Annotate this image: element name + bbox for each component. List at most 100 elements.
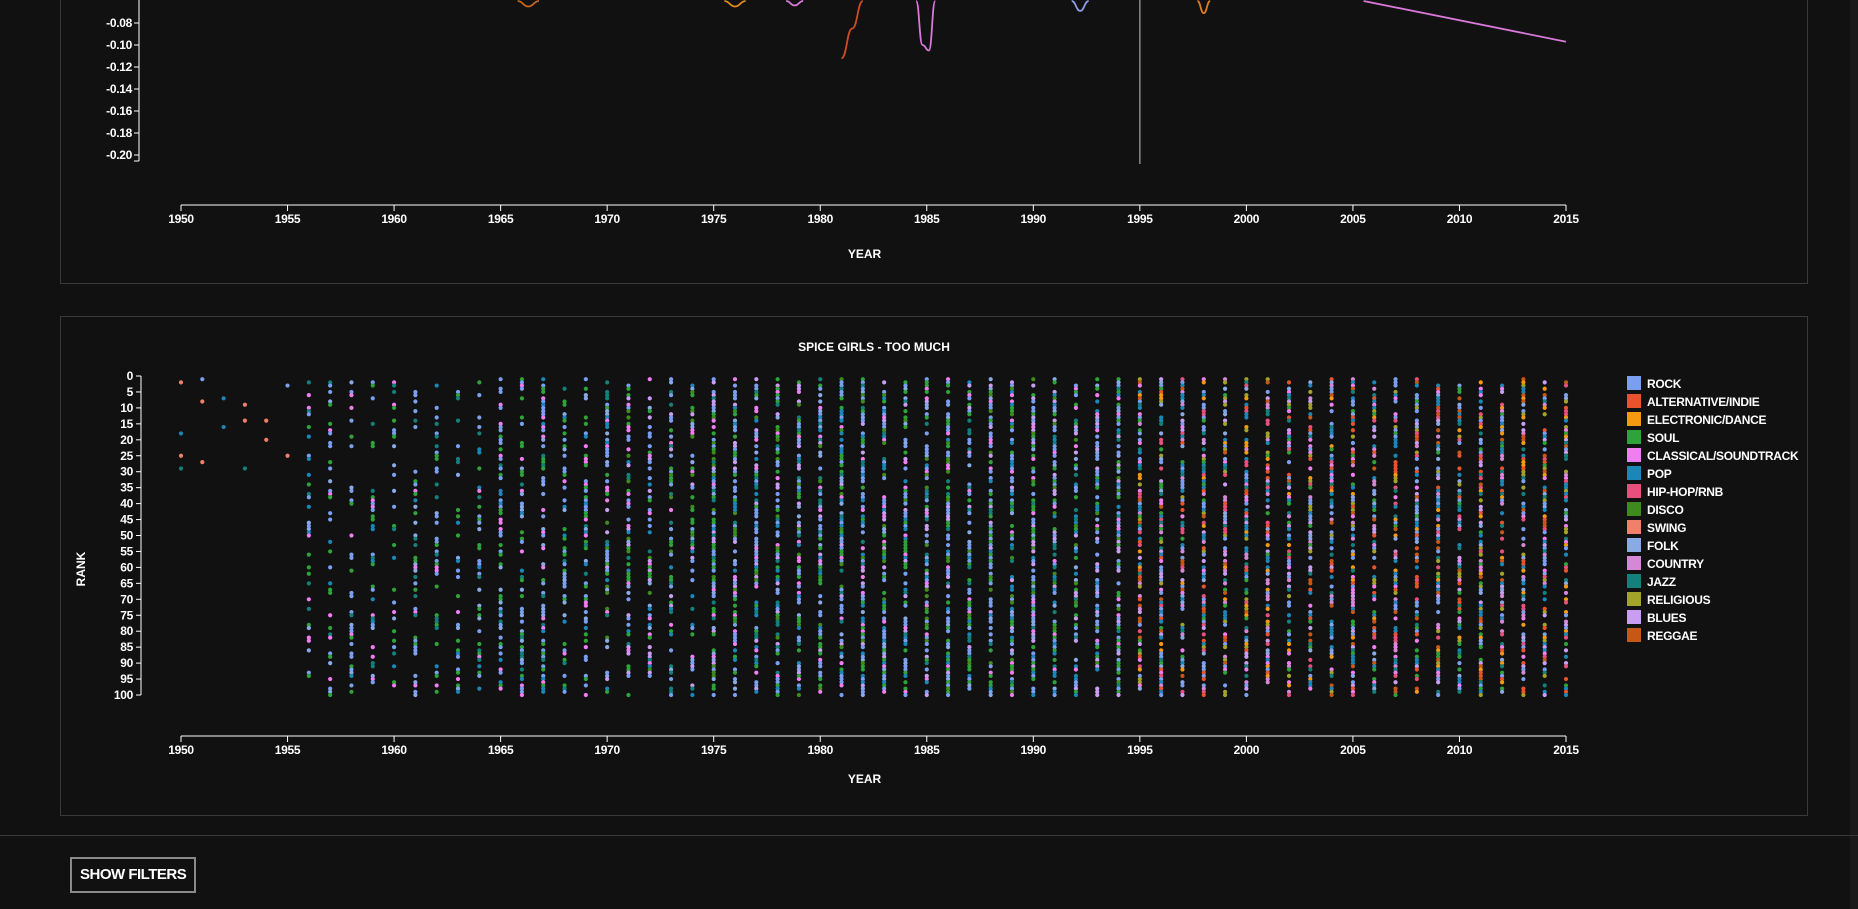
scatter-point [434,415,439,420]
scatter-point [583,676,588,682]
scatter-point [306,581,311,586]
scatter-point [668,393,674,398]
scatter-point [945,609,951,615]
scatter-point [1031,469,1036,474]
scatter-point [1052,514,1057,519]
scatter-point [349,488,354,493]
scatter-point [562,507,567,513]
scatter-point [413,498,418,503]
scatter-point [306,625,311,631]
scatter-point [605,380,610,385]
scatter-point [860,479,865,484]
page-scrollbar[interactable] [1850,0,1858,909]
scatter-point [562,562,567,567]
scatter-point [1478,431,1483,436]
scatter-point [1222,581,1228,586]
scatter-point [967,686,972,691]
scatter-point [328,625,333,631]
scatter-point [690,686,695,691]
scatter-point [1180,507,1185,513]
scatter-point [668,520,674,525]
scatter-point [1137,405,1142,410]
scatter-point [1073,692,1079,698]
scatter-point [1031,456,1036,462]
scatter-point [1563,600,1569,605]
scatter-point [1095,434,1100,439]
scatter-point [668,584,674,589]
scatter-point [967,491,972,497]
scatter-point [690,558,695,564]
scatter-point [1414,632,1419,637]
scatter-point [391,638,397,643]
scatter-point [839,431,844,436]
scatter-point [1499,594,1505,599]
y-tick-label: 70 [120,592,133,606]
scatter-point [945,629,951,634]
top-series-curve [1071,0,1089,12]
scatter-point [541,507,546,513]
scatter-point [306,638,311,643]
scatter-point [477,466,482,471]
scatter-point [903,408,908,414]
scatter-point [1116,549,1121,554]
scatter-point [1201,625,1206,631]
scatter-point [626,692,631,698]
scatter-point [498,587,503,592]
legend-label: ELECTRONIC/DANCE [1647,413,1766,427]
scatter-point [903,603,908,608]
scatter-point [988,444,993,449]
scatter-point [1542,673,1547,678]
scatter-point [1372,565,1377,570]
scatter-point [754,396,759,401]
scatter-point [1308,571,1313,576]
scatter-point [1499,549,1505,554]
scatter-point [860,568,865,573]
scatter-point [903,565,908,570]
scatter-point [605,507,610,513]
scatter-point [1116,437,1121,442]
scatter-point [1499,456,1505,462]
scatter-point [775,437,780,442]
scatter-point [945,389,951,395]
scatter-point [732,539,738,544]
scatter-point [1436,434,1441,439]
y-tick-label: 25 [120,449,133,463]
scatter-point [732,549,738,554]
scatter-point [711,676,716,682]
scatter-point [903,673,908,678]
scatter-point [818,581,823,586]
scatter-point [1244,386,1249,391]
scatter-point [519,491,525,497]
scatter-point [1244,536,1249,541]
scatter-point [519,692,525,698]
scatter-point [1329,673,1334,678]
scatter-point [647,673,652,678]
y-tick-label: 55 [120,544,133,558]
scatter-point [626,428,631,433]
scatter-point [882,466,887,471]
scatter-point [498,651,503,656]
scatter-point [1265,680,1270,685]
scatter-point [1329,539,1334,544]
scatter-point [413,581,418,586]
legend-swatch [1627,574,1641,588]
scatter-point [477,664,482,669]
scatter-point [562,472,567,477]
scatter-point [988,565,993,570]
scatter-point [647,475,652,481]
scatter-point [1286,380,1292,385]
scatter-point [519,456,525,462]
scatter-point [1521,415,1526,420]
scatter-point [541,565,546,570]
scatter-point [1265,456,1270,462]
scatter-point [455,520,461,525]
scatter-point [1009,600,1015,605]
scatter-point [860,507,865,513]
y-tick-label: 50 [120,529,133,543]
scatter-point [732,641,738,647]
legend-swatch [1627,502,1641,516]
show-filters-button[interactable]: SHOW FILTERS [70,857,197,893]
scatter-point [967,431,972,436]
scatter-point [1073,444,1079,449]
scatter-point [967,453,972,458]
